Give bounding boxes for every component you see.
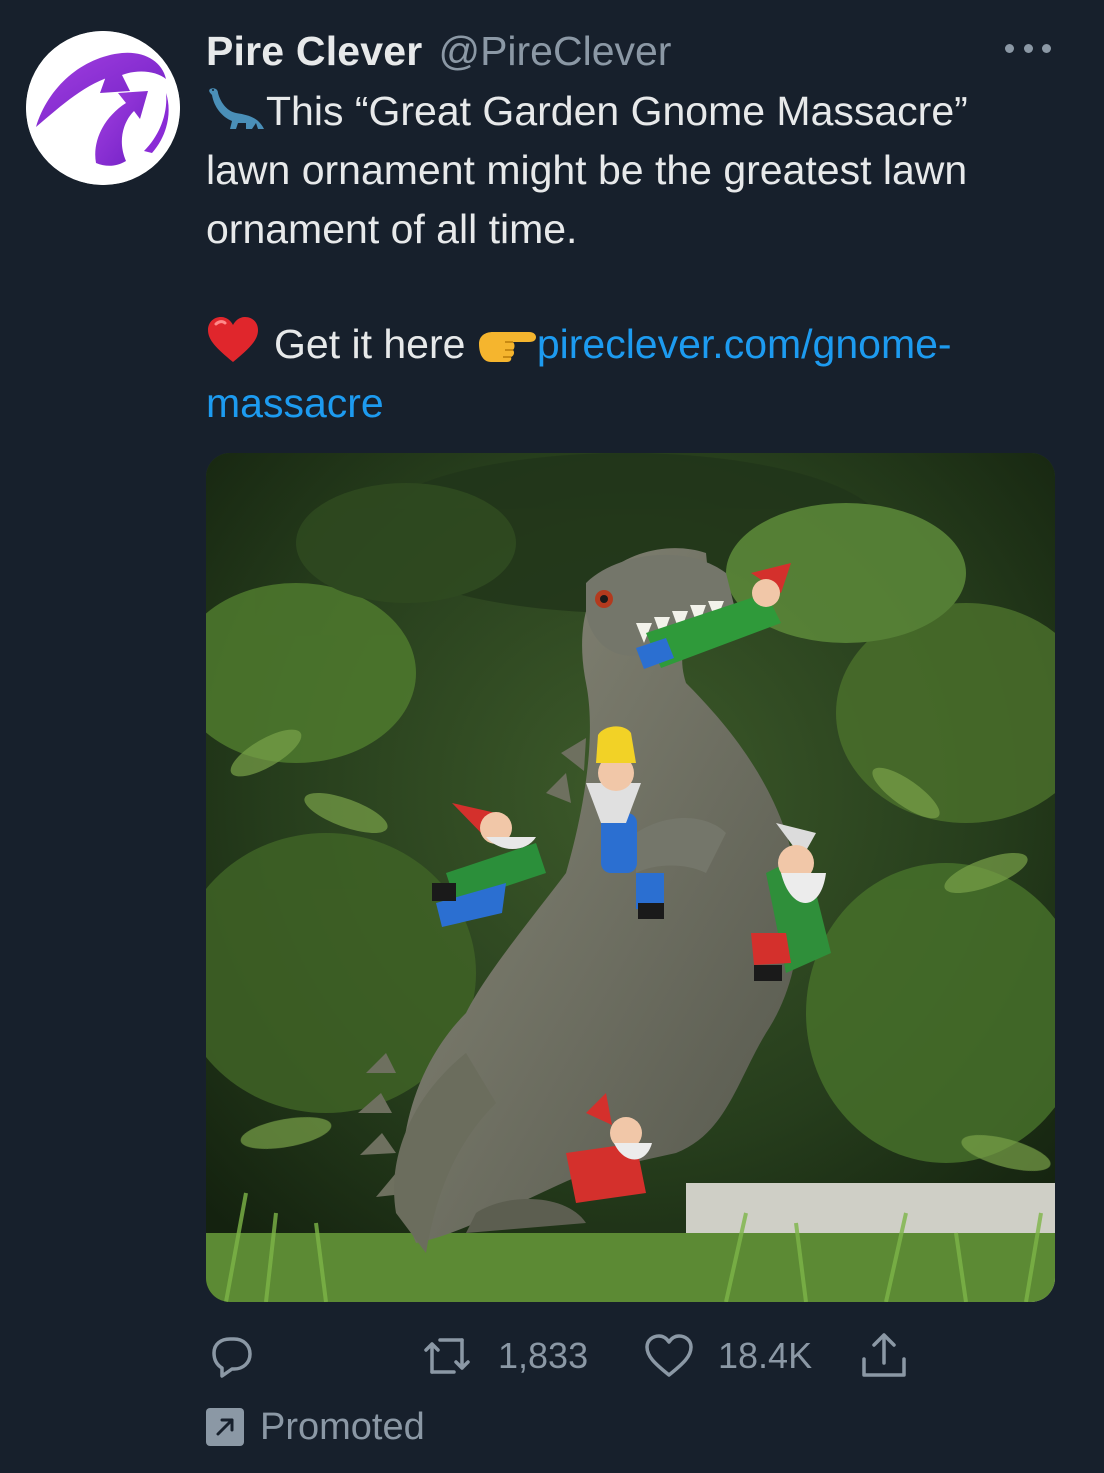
- display-name[interactable]: Pire Clever: [206, 28, 422, 75]
- tweet-media-image[interactable]: [206, 453, 1055, 1302]
- retweet-button[interactable]: 1,833: [420, 1326, 588, 1386]
- heart-outline-icon: [645, 1334, 693, 1377]
- retweet-icon: [424, 1338, 470, 1374]
- share-button[interactable]: [858, 1326, 910, 1386]
- curved-arrow-logo-icon: [26, 31, 180, 185]
- more-dots-icon[interactable]: [1005, 40, 1051, 56]
- product-link-part-1[interactable]: pireclever.com/gnome-: [537, 321, 952, 367]
- promoted-indicator: Promoted: [206, 1404, 425, 1450]
- text-line-1: This “Great Garden Gnome Massacre”: [206, 82, 968, 147]
- tweet-actions: 1,833 18.4K: [206, 1326, 926, 1386]
- text-line-1-content: This “Great Garden Gnome Massacre”: [266, 88, 968, 134]
- handle[interactable]: @PireClever: [438, 28, 671, 75]
- promoted-label: Promoted: [260, 1405, 425, 1448]
- reply-button[interactable]: [206, 1326, 256, 1386]
- tweet-header: Pire Clever @PireClever: [206, 28, 671, 76]
- avatar[interactable]: [26, 31, 180, 185]
- like-count: 18.4K: [718, 1335, 813, 1376]
- like-button[interactable]: 18.4K: [644, 1326, 812, 1386]
- cta-text: Get it here: [274, 321, 477, 367]
- dinosaur-gnome-photo: [206, 453, 1055, 1302]
- speech-bubble-icon: [212, 1337, 252, 1378]
- text-line-2: lawn ornament might be the greatest lawn: [206, 147, 968, 193]
- product-link-part-2[interactable]: massacre: [206, 374, 384, 433]
- tweet-card[interactable]: Pire Clever @PireClever This “Great Gard…: [0, 0, 1104, 1473]
- text-line-3: ornament of all time.: [206, 206, 578, 252]
- red-heart-emoji-icon: [206, 316, 260, 380]
- backhand-index-pointing-right-emoji-icon: [477, 321, 537, 380]
- retweet-count: 1,833: [498, 1335, 589, 1376]
- share-upload-icon: [862, 1333, 906, 1377]
- text-line-cta: Get it here pireclever.com/gnome-: [206, 315, 952, 380]
- sauropod-emoji-icon: [206, 85, 266, 147]
- promoted-arrow-icon: [206, 1408, 244, 1446]
